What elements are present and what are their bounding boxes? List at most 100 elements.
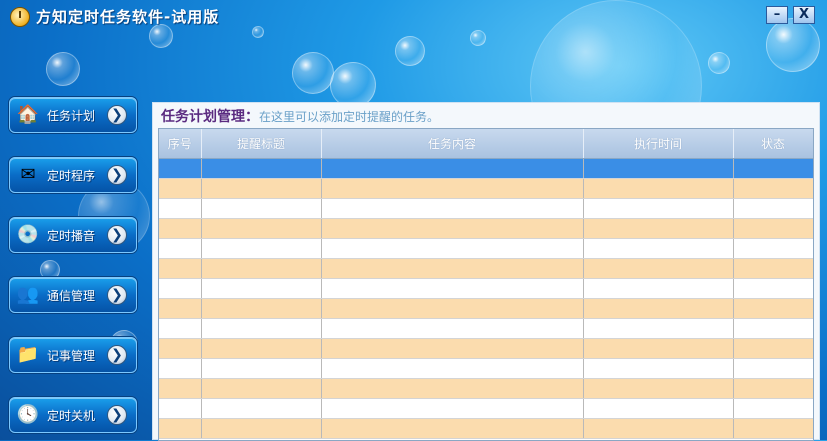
task-plan-panel: 任务计划管理：在这里可以添加定时提醒的任务。 序号 提醒标题 任务内容 执行时间… <box>152 102 820 441</box>
chevron-right-icon: ❯ <box>107 165 127 185</box>
sidebar-item-label: 定时播音 <box>47 229 96 243</box>
column-header-status[interactable]: 状态 <box>733 129 813 159</box>
table-cell <box>159 358 202 379</box>
minimize-button[interactable]: – <box>766 6 788 24</box>
table-row[interactable] <box>159 218 813 239</box>
table-cell <box>733 318 813 339</box>
table-cell <box>201 378 322 399</box>
table-row[interactable] <box>159 178 813 199</box>
table-cell <box>583 238 734 259</box>
folder-icon: 📁 <box>16 344 40 365</box>
sidebar-item-label: 定时程序 <box>47 169 96 183</box>
sidebar-item-timed-shutdown[interactable]: 🕓 定时关机 ❯ <box>9 397 137 433</box>
sidebar-item-timed-broadcast[interactable]: 💿 定时播音 ❯ <box>9 217 137 253</box>
table-cell <box>583 298 734 319</box>
table-row[interactable] <box>159 358 813 379</box>
table-cell <box>583 378 734 399</box>
table-header-row: 序号 提醒标题 任务内容 执行时间 状态 <box>159 129 813 159</box>
chevron-right-icon: ❯ <box>107 345 127 365</box>
table-row[interactable] <box>159 198 813 219</box>
column-header-task-content[interactable]: 任务内容 <box>321 129 584 159</box>
window-title: 方知定时任务软件-试用版 <box>36 8 220 26</box>
close-button[interactable]: X <box>793 6 815 24</box>
table-cell <box>733 298 813 319</box>
table-cell <box>583 358 734 379</box>
cd-disc-icon: 💿 <box>16 224 40 245</box>
table-cell <box>733 418 813 439</box>
envelope-icon: ✉ <box>20 164 36 185</box>
table-row[interactable] <box>159 338 813 359</box>
chevron-right-icon: ❯ <box>107 405 127 425</box>
table-row-selected[interactable] <box>159 158 813 179</box>
table-body <box>159 158 813 439</box>
table-cell <box>321 298 584 319</box>
table-cell <box>583 218 734 239</box>
table-row[interactable] <box>159 398 813 419</box>
table-cell <box>733 358 813 379</box>
table-cell <box>159 418 202 439</box>
panel-header: 任务计划管理：在这里可以添加定时提醒的任务。 <box>161 106 439 126</box>
bubble-decoration <box>292 52 334 94</box>
sidebar-item-contacts[interactable]: 👥 通信管理 ❯ <box>9 277 137 313</box>
chevron-right-icon: ❯ <box>107 105 127 125</box>
table-cell <box>733 158 813 179</box>
table-cell <box>201 158 322 179</box>
table-cell <box>201 258 322 279</box>
table-cell <box>321 418 584 439</box>
table-cell <box>159 378 202 399</box>
table-cell <box>201 238 322 259</box>
table-cell <box>159 338 202 359</box>
task-table[interactable]: 序号 提醒标题 任务内容 执行时间 状态 <box>158 128 814 441</box>
table-cell <box>733 238 813 259</box>
table-cell <box>733 218 813 239</box>
table-cell <box>201 298 322 319</box>
title-bar: 方知定时任务软件-试用版 – X <box>0 0 827 34</box>
table-cell <box>321 178 584 199</box>
table-cell <box>159 158 202 179</box>
column-header-reminder-title[interactable]: 提醒标题 <box>201 129 322 159</box>
table-row[interactable] <box>159 318 813 339</box>
column-header-index[interactable]: 序号 <box>159 129 202 159</box>
clock-icon: 🕓 <box>16 404 40 425</box>
table-cell <box>733 198 813 219</box>
table-cell <box>201 278 322 299</box>
table-cell <box>201 178 322 199</box>
sidebar-item-task-plan[interactable]: 🏠 任务计划 ❯ <box>9 97 137 133</box>
sidebar-item-timed-program[interactable]: ✉ 定时程序 ❯ <box>9 157 137 193</box>
table-cell <box>159 238 202 259</box>
table-cell <box>321 378 584 399</box>
table-row[interactable] <box>159 378 813 399</box>
table-cell <box>159 258 202 279</box>
table-cell <box>201 398 322 419</box>
bubble-decoration <box>395 36 425 66</box>
table-row[interactable] <box>159 238 813 259</box>
table-cell <box>583 398 734 419</box>
table-cell <box>583 318 734 339</box>
table-cell <box>583 258 734 279</box>
table-row[interactable] <box>159 258 813 279</box>
sidebar-item-notes[interactable]: 📁 记事管理 ❯ <box>9 337 137 373</box>
table-cell <box>733 338 813 359</box>
table-cell <box>159 218 202 239</box>
chevron-right-icon: ❯ <box>107 285 127 305</box>
clock-app-icon <box>10 7 30 27</box>
table-row[interactable] <box>159 298 813 319</box>
table-cell <box>583 198 734 219</box>
table-row[interactable] <box>159 278 813 299</box>
table-cell <box>321 278 584 299</box>
table-cell <box>733 378 813 399</box>
table-cell <box>321 238 584 259</box>
table-cell <box>201 418 322 439</box>
table-cell <box>583 278 734 299</box>
table-row[interactable] <box>159 418 813 439</box>
table-cell <box>321 398 584 419</box>
table-cell <box>159 178 202 199</box>
column-header-execution-time[interactable]: 执行时间 <box>583 129 734 159</box>
page-title: 任务计划管理： <box>161 109 259 125</box>
table-cell <box>201 218 322 239</box>
table-cell <box>321 258 584 279</box>
table-cell <box>159 198 202 219</box>
table-cell <box>583 158 734 179</box>
table-cell <box>583 338 734 359</box>
table-cell <box>201 198 322 219</box>
